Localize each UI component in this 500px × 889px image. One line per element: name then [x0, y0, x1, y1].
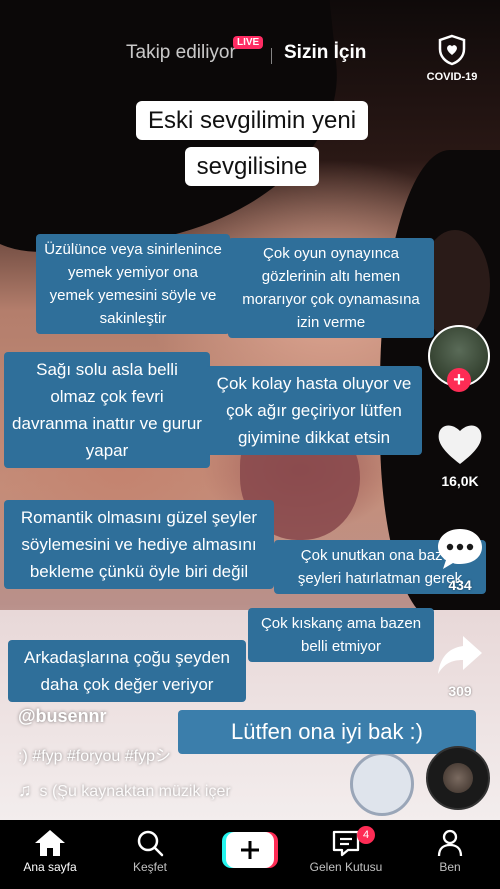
covid-button[interactable]: COVID-19 [420, 34, 484, 83]
tab-separator [271, 48, 272, 64]
share-button[interactable]: 309 [425, 632, 495, 699]
video-title-overlay: Eski sevgilimin yeni sevgilisine [96, 98, 408, 190]
home-icon [35, 830, 65, 856]
profile-icon [437, 829, 463, 857]
live-badge[interactable]: LIVE [233, 36, 264, 49]
search-icon [137, 830, 164, 857]
share-count: 309 [448, 683, 472, 699]
comment-button[interactable]: 434 [425, 526, 495, 593]
username[interactable]: @busennr [18, 706, 107, 727]
caption-3: Sağı solu asla belli olmaz çok fevri dav… [4, 352, 210, 468]
create-video-button[interactable] [222, 832, 278, 868]
caption-5: Romantik olmasını güzel şeyler söylemesi… [4, 500, 274, 589]
nav-home[interactable]: Ana sayfa [10, 828, 90, 874]
music-note-icon: ♫ [18, 780, 32, 800]
like-count: 16,0K [441, 473, 479, 489]
music-row[interactable]: ♫ s (Şu kaynaktan müzik içer [18, 780, 231, 801]
nav-profile[interactable]: Ben [410, 828, 490, 874]
share-arrow-icon [438, 636, 482, 674]
tab-for-you[interactable]: Sizin İçin [284, 42, 366, 64]
music-title: s (Şu kaynaktan müzik içer [39, 783, 231, 800]
nav-profile-label: Ben [439, 860, 461, 874]
caption-2: Çok oyun oynayınca gözlerinin altı hemen… [228, 238, 434, 338]
comment-icon [438, 529, 482, 569]
follow-plus-button[interactable]: + [447, 368, 471, 392]
wall-clock [350, 752, 414, 816]
caption-9: Lütfen ona iyi bak :) [178, 710, 476, 754]
inbox-badge: 4 [357, 826, 375, 844]
title-text: Eski sevgilimin yeni sevgilisine [135, 101, 369, 186]
caption-7: Çok kıskanç ama bazen belli etmiyor [248, 608, 434, 662]
nav-discover[interactable]: Keşfet [110, 828, 190, 874]
tab-following[interactable]: Takip ediliyor [126, 42, 236, 64]
bottom-nav: Ana sayfa Keşfet Gelen Kutusu 4 Ben [0, 820, 500, 889]
caption-8: Arkadaşlarına çoğu şeyden daha çok değer… [8, 640, 246, 702]
caption-4: Çok kolay hasta oluyor ve çok ağır geçir… [206, 366, 422, 455]
plus-icon [222, 832, 278, 868]
covid-label: COVID-19 [426, 71, 478, 83]
comment-count: 434 [448, 577, 472, 593]
video-description[interactable]: :) #fyp #foryou #fypシ [18, 742, 171, 766]
nav-home-label: Ana sayfa [23, 860, 77, 874]
music-disc-cover [443, 763, 473, 793]
nav-inbox-label: Gelen Kutusu [309, 860, 383, 874]
music-disc[interactable] [426, 746, 490, 810]
shield-icon [438, 34, 466, 66]
like-button[interactable]: 16,0K [425, 420, 495, 489]
caption-1: Üzülünce veya sinirlenince yemek yemiyor… [36, 234, 230, 334]
heart-icon [438, 425, 482, 464]
nav-discover-label: Keşfet [132, 860, 168, 874]
